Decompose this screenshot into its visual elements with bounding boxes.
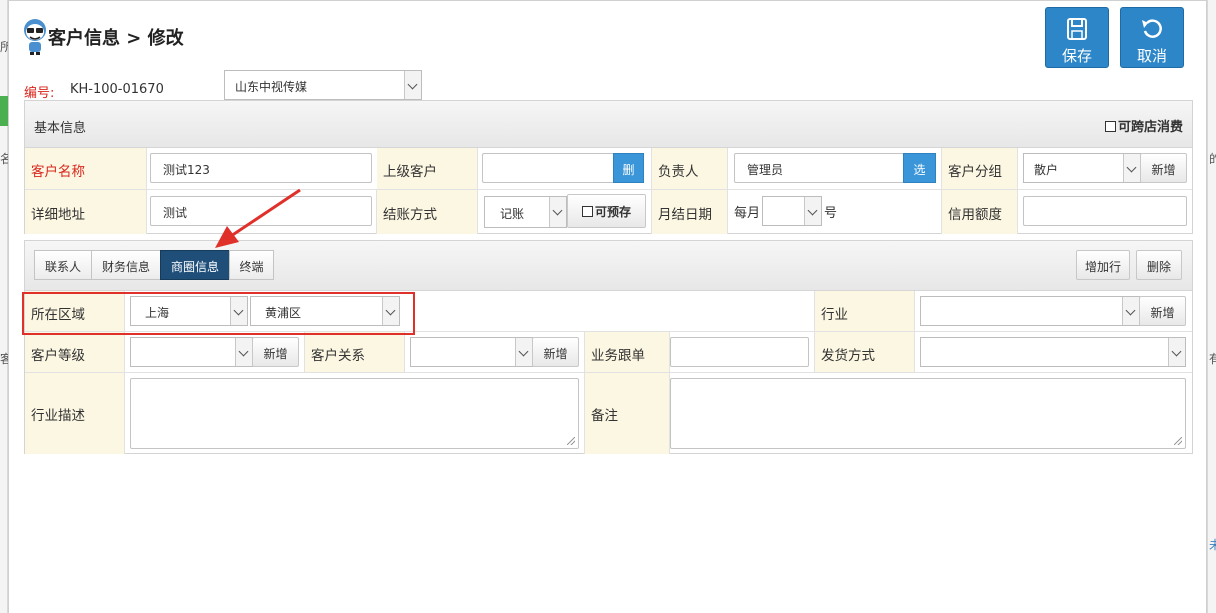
tab-business-area[interactable]: 商圈信息 — [160, 250, 230, 280]
shipping-select[interactable] — [920, 337, 1186, 367]
chevron-down-icon — [230, 297, 247, 325]
code-label: 编号: — [24, 86, 55, 101]
parent-customer-input[interactable] — [482, 153, 614, 183]
chevron-down-icon — [804, 197, 821, 225]
checkbox-icon — [581, 206, 593, 217]
tab-finance[interactable]: 财务信息 — [91, 250, 161, 280]
tab-terminal[interactable]: 终端 — [229, 250, 274, 280]
followup-input[interactable] — [670, 337, 809, 367]
cross-store-checkbox[interactable]: 可跨店消费 — [1104, 116, 1183, 135]
background-text-fragment: 的 — [1209, 152, 1216, 166]
industry-add-button[interactable]: 新增 — [1139, 296, 1186, 326]
chevron-down-icon — [1123, 154, 1140, 182]
industry-label: 行业 — [815, 291, 915, 332]
add-row-button[interactable]: 增加行 — [1076, 250, 1130, 280]
company-select-value: 山东中视传媒 — [235, 80, 308, 94]
address-label: 详细地址 — [25, 190, 147, 234]
industry-select[interactable] — [920, 296, 1140, 326]
settlement-select[interactable]: 记账 — [484, 196, 567, 228]
customer-level-select[interactable] — [130, 337, 253, 367]
customer-name-label: 客户名称 — [25, 148, 147, 190]
followup-label: 业务跟单 — [585, 332, 670, 373]
customer-name-input[interactable]: 测试123 — [150, 153, 372, 183]
group-select-value: 散户 — [1034, 163, 1059, 177]
page-title: 客户信息 > 修改 — [48, 28, 184, 49]
customer-relation-add-button[interactable]: 新增 — [532, 337, 579, 367]
industry-desc-label: 行业描述 — [25, 373, 125, 454]
background-text-fragment: 有 — [1209, 352, 1216, 366]
mascot-logo-icon — [24, 19, 46, 55]
cross-store-label: 可跨店消费 — [1117, 120, 1183, 135]
parent-clear-button[interactable]: 删 — [613, 153, 644, 183]
group-add-button[interactable]: 新增 — [1140, 153, 1187, 183]
chevron-down-icon — [404, 71, 421, 99]
code-value: KH-100-01670 — [70, 82, 164, 97]
checkbox-icon — [1104, 121, 1116, 132]
background-page-right — [1207, 0, 1216, 613]
remark-textarea[interactable] — [670, 378, 1186, 449]
owner-label: 负责人 — [652, 148, 728, 190]
settlement-label: 结账方式 — [377, 190, 478, 234]
shipping-label: 发货方式 — [815, 332, 915, 373]
prestore-checkbox[interactable]: 可预存 — [567, 194, 646, 228]
chevron-down-icon — [515, 338, 532, 366]
region-city-value: 上海 — [145, 306, 170, 320]
prestore-label: 可预存 — [594, 205, 631, 219]
delete-button[interactable]: 删除 — [1136, 250, 1182, 280]
basic-info-header: 基本信息 可跨店消费 — [25, 101, 1192, 148]
customer-relation-label: 客户关系 — [305, 332, 405, 373]
region-city-select[interactable]: 上海 — [130, 296, 248, 326]
industry-desc-textarea[interactable] — [130, 378, 579, 449]
credit-limit-input[interactable] — [1023, 196, 1187, 226]
background-text-fragment: 未 — [1209, 538, 1216, 552]
chevron-down-icon — [1122, 297, 1139, 325]
cancel-label: 取消 — [1136, 47, 1167, 65]
region-label: 所在区域 — [25, 291, 125, 332]
owner-select-button[interactable]: 选 — [903, 153, 936, 183]
chevron-down-icon — [1168, 338, 1185, 366]
tab-contacts[interactable]: 联系人 — [34, 250, 92, 280]
owner-input[interactable]: 管理员 — [734, 153, 904, 183]
chevron-down-icon — [382, 297, 399, 325]
company-select[interactable]: 山东中视传媒 — [224, 70, 422, 100]
monthly-prefix: 每月 — [734, 206, 761, 221]
settlement-select-value: 记账 — [500, 207, 525, 221]
monthly-suffix: 号 — [824, 206, 838, 221]
region-district-value: 黄浦区 — [265, 306, 302, 320]
background-page-left — [0, 0, 8, 613]
cancel-button[interactable]: 取消 — [1120, 7, 1184, 68]
group-select[interactable]: 散户 — [1023, 153, 1141, 183]
chevron-down-icon — [235, 338, 252, 366]
resize-grip-icon[interactable] — [567, 437, 575, 445]
save-button[interactable]: 保存 — [1045, 7, 1109, 68]
group-label: 客户分组 — [942, 148, 1018, 190]
parent-customer-label: 上级客户 — [377, 148, 478, 190]
undo-icon — [1142, 19, 1162, 38]
floppy-disk-icon — [1067, 18, 1087, 40]
credit-limit-label: 信用额度 — [942, 190, 1018, 234]
customer-relation-select[interactable] — [410, 337, 533, 367]
customer-level-label: 客户等级 — [25, 332, 125, 373]
remark-label: 备注 — [585, 373, 670, 454]
save-label: 保存 — [1061, 47, 1092, 65]
chevron-down-icon — [549, 197, 566, 227]
monthly-day-select[interactable] — [762, 196, 822, 226]
dialog-top-border — [8, 0, 1207, 1]
basic-info-title: 基本信息 — [34, 121, 87, 136]
red-arrow-icon — [215, 188, 301, 248]
monthly-date-label: 月结日期 — [652, 190, 728, 234]
customer-level-add-button[interactable]: 新增 — [252, 337, 299, 367]
region-district-select[interactable]: 黄浦区 — [250, 296, 400, 326]
resize-grip-icon[interactable] — [1174, 437, 1182, 445]
background-green-bar — [0, 96, 8, 126]
